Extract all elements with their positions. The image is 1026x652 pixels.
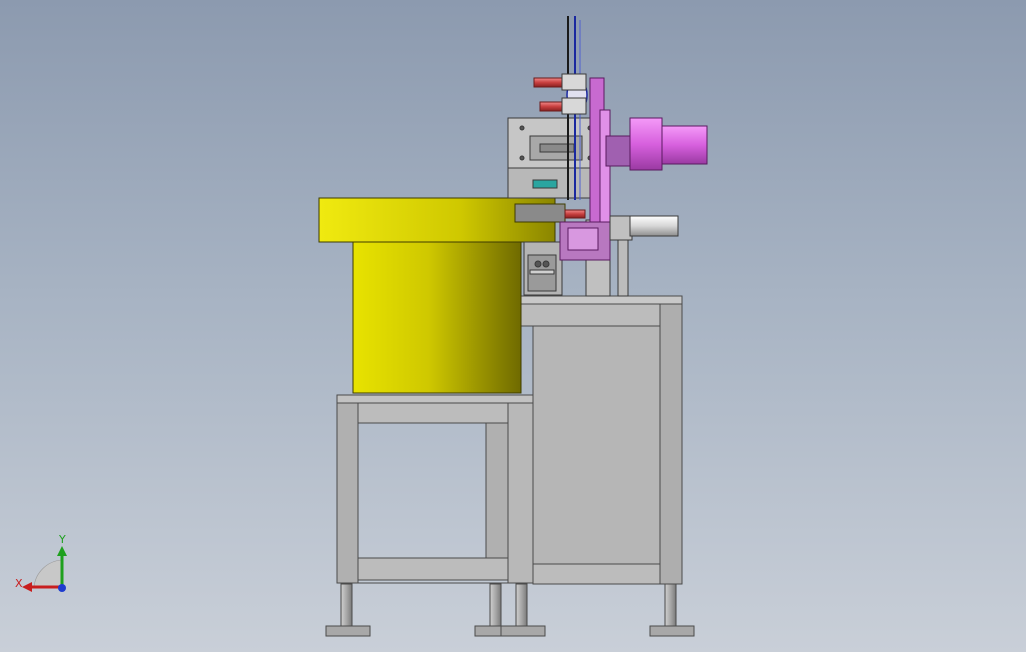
triad-y-arrow (57, 546, 67, 556)
gripper-detail (564, 209, 586, 219)
triad-y-label: Y (58, 533, 66, 546)
triad-x-label: X (15, 577, 23, 590)
main-cabinet (509, 295, 683, 585)
assembly-model[interactable]: Y X (0, 0, 1026, 652)
coordinate-triad-icon: Y X (15, 533, 67, 592)
pneumatic-cylinder (609, 215, 679, 297)
machine-feet (325, 583, 695, 637)
bowl-stand-frame (336, 394, 534, 584)
cad-viewport[interactable]: Y X (0, 0, 1026, 652)
triad-z-axis (58, 584, 66, 592)
triad-x-arrow (22, 582, 32, 592)
